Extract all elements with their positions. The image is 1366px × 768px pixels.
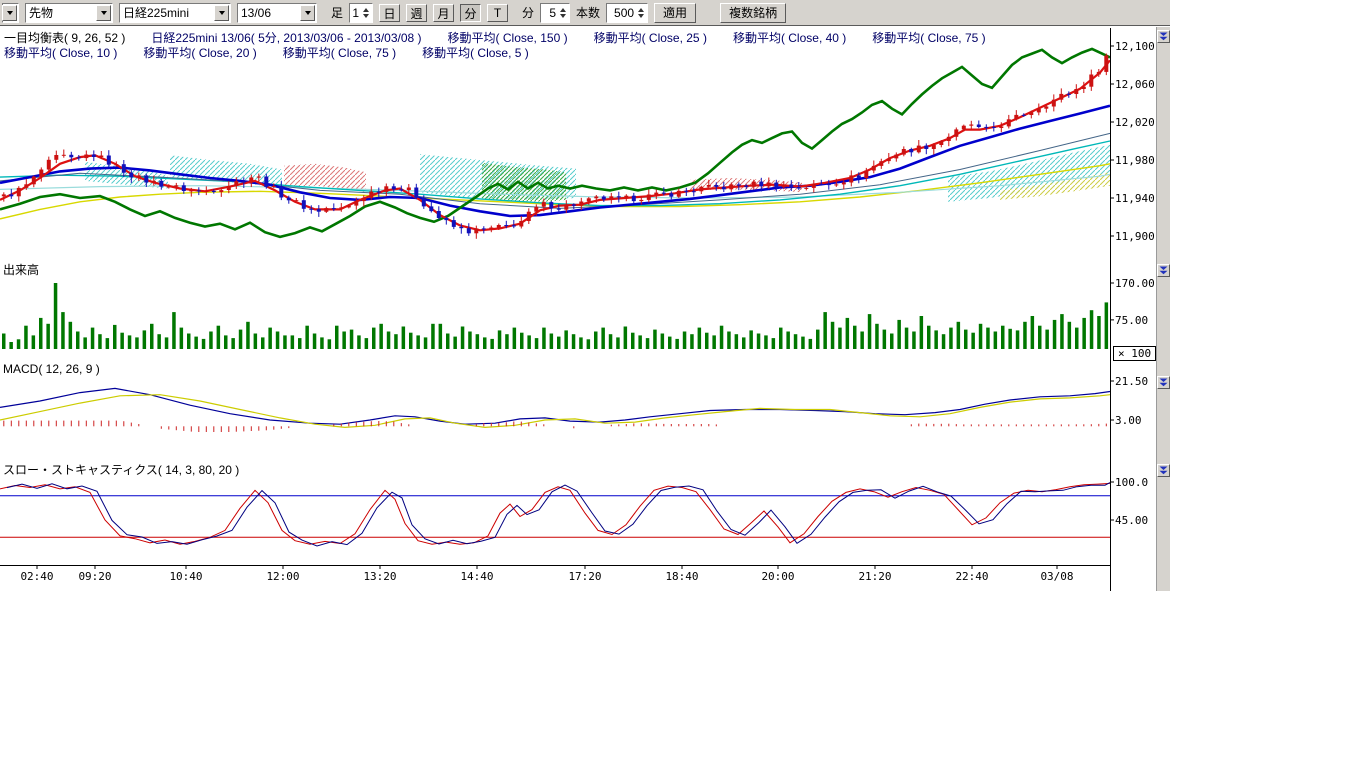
dropdown-arrow-icon[interactable]: [300, 5, 315, 21]
stoch-percent-d-line: [0, 483, 1110, 544]
ma25-label: 移動平均( Close, 25 ): [594, 29, 707, 46]
apply-button[interactable]: 適用: [654, 3, 696, 23]
main-panel-collapse-button[interactable]: [1157, 30, 1170, 43]
left-overflow-combo[interactable]: [2, 3, 19, 23]
macd-layer: [0, 388, 1110, 432]
volume-scale-badge: × 100: [1113, 346, 1156, 361]
multiple-symbols-button[interactable]: 複数銘柄: [720, 3, 786, 23]
volume-panel-title: 出来高: [3, 261, 39, 278]
symbol-select[interactable]: 日経225mini: [119, 3, 231, 23]
stoch-percent-k-line: [7, 483, 1110, 546]
dropdown-arrow-icon[interactable]: [96, 5, 111, 21]
ma75-label: 移動平均( Close, 75 ): [872, 29, 985, 46]
bar-interval-value: 1: [350, 6, 360, 20]
minute-value: 5: [541, 6, 557, 20]
ma20-label: 移動平均( Close, 20 ): [143, 44, 256, 61]
indicator-header-row-2: 移動平均( Close, 10 ) 移動平均( Close, 20 ) 移動平均…: [4, 44, 529, 61]
spinner-arrows-icon[interactable]: [558, 8, 568, 18]
stochastics-layer: [0, 483, 1110, 546]
main-toolbar: 先物 日経225mini 13/06 足 1 日 週 月 分 T 分 5 本数 …: [0, 0, 1170, 26]
spinner-arrows-icon[interactable]: [636, 8, 646, 18]
double-down-chevron-icon: [1159, 466, 1168, 475]
macd-line: [0, 388, 1110, 424]
bar-interval-spinner[interactable]: 1: [349, 3, 373, 23]
ma40-label: 移動平均( Close, 40 ): [733, 29, 846, 46]
contract-month-select[interactable]: 13/06: [237, 3, 317, 23]
ma10-label: 移動平均( Close, 10 ): [4, 44, 117, 61]
double-down-chevron-icon: [1159, 32, 1168, 41]
bar-count-spinner[interactable]: 500: [606, 3, 648, 23]
price-lines-layer: [0, 49, 1110, 237]
price-chart-canvas[interactable]: [0, 0, 1170, 600]
volume-panel-collapse-button[interactable]: [1157, 264, 1170, 277]
period-day-button[interactable]: 日: [379, 4, 400, 22]
double-down-chevron-icon: [1159, 266, 1168, 275]
period-tick-button[interactable]: T: [487, 4, 508, 22]
macd-panel-title: MACD( 12, 26, 9 ): [3, 362, 100, 376]
axes-layer: [0, 28, 1114, 591]
dropdown-arrow-icon[interactable]: [214, 5, 229, 21]
macd-panel-collapse-button[interactable]: [1157, 376, 1170, 389]
symbol-select-value: 日経225mini: [123, 4, 189, 21]
minute-label: 分: [522, 4, 534, 21]
spinner-arrows-icon[interactable]: [361, 8, 371, 18]
ichimoku-green: [0, 49, 1110, 237]
stoch-panel-title: スロー・ストキャスティクス( 14, 3, 80, 20 ): [3, 461, 239, 478]
ma75b-label: 移動平均( Close, 75 ): [283, 44, 396, 61]
right-scrollbar[interactable]: [1156, 27, 1170, 591]
market-select-value: 先物: [29, 4, 53, 21]
minute-value-spinner[interactable]: 5: [540, 3, 570, 23]
volume-bars-layer: [2, 283, 1108, 349]
period-month-button[interactable]: 月: [433, 4, 454, 22]
double-down-chevron-icon: [1159, 378, 1168, 387]
bar-count-value: 500: [607, 6, 635, 20]
dropdown-arrow-icon[interactable]: [2, 5, 17, 21]
bar-count-label: 本数: [576, 4, 600, 21]
ichimoku-clouds-layer: [85, 145, 1110, 202]
candlesticks-layer: [2, 54, 1109, 239]
bar-type-label: 足: [331, 4, 343, 21]
period-minute-button[interactable]: 分: [460, 4, 481, 22]
period-week-button[interactable]: 週: [406, 4, 427, 22]
stoch-panel-collapse-button[interactable]: [1157, 464, 1170, 477]
contract-month-value: 13/06: [241, 6, 271, 20]
ma5-label: 移動平均( Close, 5 ): [422, 44, 529, 61]
market-select[interactable]: 先物: [25, 3, 113, 23]
